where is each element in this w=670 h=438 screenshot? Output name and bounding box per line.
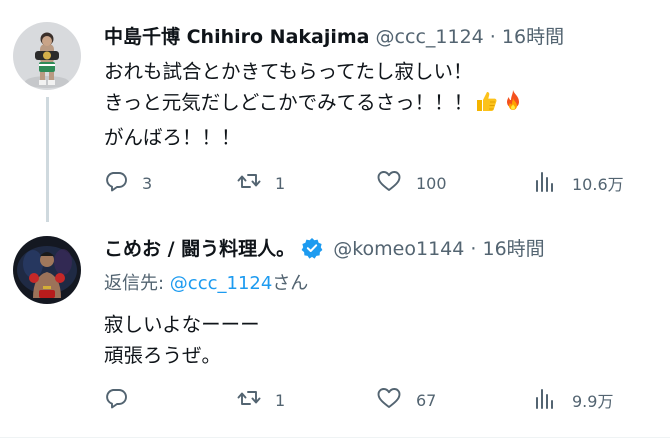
bar-chart-icon bbox=[534, 386, 556, 414]
tweet-text: 寂しいよなーーー 頑張ろうぜ。 bbox=[104, 309, 260, 371]
reply-to-prefix: 返信先: bbox=[104, 273, 170, 294]
tweet-header: こめお / 闘う料理人。 @komeo1144 · 16時間 bbox=[104, 234, 545, 264]
reply-to-suffix: さん bbox=[272, 273, 309, 294]
reply-to-line: 返信先: @ccc_1124さん bbox=[104, 271, 308, 297]
tweet-text: おれも試合とかきてもらってたし寂しい！ きっと元気だしどこかでみてるさっ！！！ … bbox=[104, 56, 525, 153]
thumbs-up-emoji bbox=[475, 89, 499, 122]
reply-button[interactable]: 3 bbox=[104, 168, 152, 198]
tweet-text-line: おれも試合とかきてもらってたし寂しい！ bbox=[104, 60, 473, 83]
thread-connector-line bbox=[46, 97, 49, 222]
speech-bubble-icon bbox=[104, 169, 128, 197]
like-button[interactable]: 67 bbox=[376, 385, 436, 415]
tweet-text-line: 頑張ろうぜ。 bbox=[104, 344, 222, 367]
heart-icon bbox=[376, 169, 402, 197]
tweet-text-line: 寂しいよなーーー bbox=[104, 313, 260, 336]
tweet-text-line: きっと元気だしどこかでみてるさっ！！！ bbox=[104, 87, 525, 122]
avatar[interactable] bbox=[13, 22, 81, 90]
like-count: 100 bbox=[416, 173, 447, 193]
view-count: 10.6万 bbox=[572, 175, 624, 194]
retweet-arrows-icon bbox=[237, 386, 261, 414]
tweet[interactable]: こめお / 闘う料理人。 @komeo1144 · 16時間 返信先: @ccc… bbox=[0, 218, 670, 438]
reply-to-mention-link[interactable]: @ccc_1124 bbox=[170, 273, 273, 294]
retweet-count: 1 bbox=[275, 173, 286, 193]
fire-emoji bbox=[501, 89, 525, 122]
tweet-timestamp[interactable]: 16時間 bbox=[483, 238, 545, 260]
verified-badge-icon bbox=[301, 237, 323, 268]
author-handle[interactable]: @ccc_1124 bbox=[376, 26, 484, 48]
tweet-actions: 1 67 9.9万 bbox=[104, 385, 644, 415]
tweet-actions: 3 1 100 10.6万 bbox=[104, 168, 644, 198]
speech-bubble-icon bbox=[104, 386, 128, 414]
views-button[interactable]: 10.6万 bbox=[534, 168, 624, 198]
tweet-header: 中島千博 Chihiro Nakajima @ccc_1124 · 16時間 bbox=[104, 22, 564, 52]
like-count: 67 bbox=[416, 390, 437, 410]
tweet-timestamp[interactable]: 16時間 bbox=[502, 26, 564, 48]
tweet[interactable]: 中島千博 Chihiro Nakajima @ccc_1124 · 16時間 お… bbox=[0, 0, 670, 222]
bar-chart-icon bbox=[534, 169, 556, 197]
tweet-text-line-content: きっと元気だしどこかでみてるさっ！！！ bbox=[104, 91, 474, 114]
retweet-arrows-icon bbox=[237, 169, 261, 197]
retweet-button[interactable]: 1 bbox=[237, 168, 285, 198]
separator-dot: · bbox=[470, 238, 477, 260]
retweet-button[interactable]: 1 bbox=[237, 385, 285, 415]
retweet-count: 1 bbox=[275, 390, 286, 410]
author-display-name[interactable]: 中島千博 Chihiro Nakajima bbox=[104, 26, 370, 48]
like-button[interactable]: 100 bbox=[376, 168, 447, 198]
tweet-text-line: がんばろ！！！ bbox=[104, 126, 241, 149]
view-count: 9.9万 bbox=[572, 392, 614, 411]
reply-button[interactable] bbox=[104, 385, 142, 415]
views-button[interactable]: 9.9万 bbox=[534, 385, 613, 415]
author-display-name[interactable]: こめお / 闘う料理人。 bbox=[104, 238, 295, 260]
author-handle[interactable]: @komeo1144 bbox=[333, 238, 464, 260]
reply-count: 3 bbox=[142, 173, 153, 193]
heart-icon bbox=[376, 386, 402, 414]
separator-dot: · bbox=[489, 26, 496, 48]
avatar[interactable] bbox=[13, 236, 81, 304]
